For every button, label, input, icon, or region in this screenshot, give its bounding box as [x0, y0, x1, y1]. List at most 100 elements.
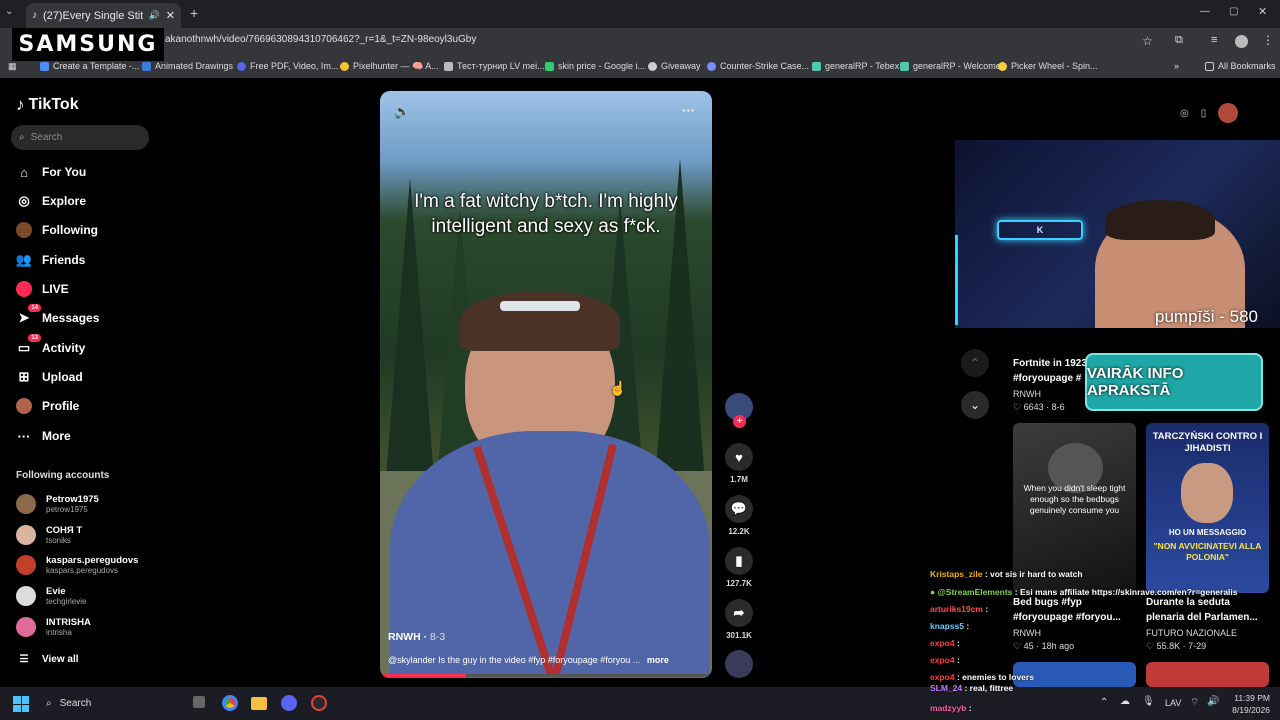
- samsung-logo-overlay: SAMSUNG: [12, 28, 164, 61]
- following-account[interactable]: INTRISHA intrisha: [16, 617, 91, 637]
- video-more-icon[interactable]: ···: [682, 103, 695, 118]
- chrome-taskbar-icon[interactable]: [222, 695, 238, 711]
- browser-tab[interactable]: ♪ (27)Every Single Stitch — St 🔊 ✕: [26, 3, 181, 28]
- tray-expand-icon[interactable]: ⌃: [1100, 697, 1108, 708]
- following-account[interactable]: Petrow1975 petrow1975: [16, 494, 99, 514]
- browser-menu-icon[interactable]: ⋮: [1262, 33, 1274, 47]
- video-card-thumbnail[interactable]: [1146, 662, 1269, 687]
- account-name: INTRISHA: [46, 617, 91, 628]
- bookmark-item[interactable]: Create a Template -...: [40, 61, 139, 71]
- nav-upload[interactable]: ⊞ Upload: [16, 369, 83, 385]
- more-bookmarks-icon[interactable]: »: [1174, 61, 1179, 71]
- creator-avatar[interactable]: +: [725, 393, 753, 428]
- bookmark-item[interactable]: Picker Wheel - Spin...: [998, 61, 1098, 71]
- card-title-2[interactable]: #foryoupage #foryou...: [1013, 610, 1121, 625]
- volume-tray-icon[interactable]: 🔊: [1207, 696, 1219, 707]
- card-date: 8-6: [1051, 402, 1065, 412]
- share-button[interactable]: ➦ 301.1K: [725, 599, 753, 640]
- nav-for-you[interactable]: ⌂ For You: [16, 164, 86, 180]
- microphone-icon[interactable]: 🎙: [1142, 696, 1155, 707]
- card-title[interactable]: Bed bugs #fyp: [1013, 595, 1082, 610]
- sound-disc[interactable]: [725, 650, 753, 682]
- card-title-2[interactable]: plenaria del Parlamen...: [1146, 610, 1258, 625]
- following-account[interactable]: Evie techgirlevie: [16, 586, 86, 606]
- bookmark-item[interactable]: skin price - Google i...: [545, 61, 645, 71]
- card-date: 18h ago: [1041, 641, 1075, 651]
- language-indicator[interactable]: LAV: [1165, 698, 1181, 708]
- wifi-icon[interactable]: ⌔: [1190, 696, 1199, 709]
- more-link[interactable]: more: [647, 655, 669, 665]
- nav-friends[interactable]: 👥 Friends: [16, 252, 85, 268]
- nav-messages[interactable]: ➤ 14 Messages: [16, 304, 99, 326]
- account-handle: tsoniks: [46, 536, 71, 545]
- previous-video-button[interactable]: ⌃: [961, 349, 989, 377]
- user-avatar[interactable]: [1218, 103, 1239, 123]
- share-count: 301.1K: [726, 631, 752, 640]
- video-player[interactable]: 🔈 ··· I'm a fat witchy b*tch. I'm highly…: [380, 91, 712, 678]
- following-account[interactable]: kaspars.peregudovs kaspars.peregudovs: [16, 555, 138, 575]
- task-view-icon[interactable]: [193, 696, 205, 708]
- extensions-icon[interactable]: ⧉: [1175, 34, 1183, 47]
- tab-audio-icon[interactable]: 🔊: [149, 10, 160, 21]
- nav-explore[interactable]: ◎ Explore: [16, 193, 86, 209]
- maximize-button[interactable]: ▢: [1229, 6, 1238, 17]
- bookmark-item[interactable]: generalRP - Welcome: [900, 61, 1001, 71]
- windows-start-icon[interactable]: [13, 696, 29, 712]
- card-title[interactable]: Fortnite in 1923: [1013, 356, 1087, 371]
- nav-more[interactable]: ··· More: [16, 428, 71, 444]
- bookmark-item[interactable]: Counter-Strike Case...: [707, 61, 809, 71]
- volume-icon[interactable]: 🔈: [394, 104, 410, 120]
- tab-close-icon[interactable]: ✕: [166, 9, 175, 22]
- video-author[interactable]: RNWH · 8-3: [388, 631, 445, 643]
- bookmark-item[interactable]: Pixelhunter — 🧠 A...: [340, 61, 439, 72]
- search-box[interactable]: ⌕ Search: [11, 125, 149, 150]
- comment-button[interactable]: 💬 12.2K: [725, 495, 753, 536]
- discord-icon[interactable]: [281, 695, 297, 711]
- nav-following[interactable]: Following: [16, 222, 98, 238]
- card-title-2[interactable]: #foryoupage #: [1013, 371, 1081, 386]
- all-bookmarks[interactable]: All Bookmarks: [1205, 61, 1276, 71]
- profile-avatar-icon[interactable]: [1235, 35, 1248, 48]
- bookmark-star-icon[interactable]: ☆: [1142, 34, 1153, 48]
- file-explorer-icon[interactable]: [251, 697, 267, 710]
- chat-text: : vot sis ir hard to watch: [982, 569, 1083, 579]
- new-tab-button[interactable]: +: [190, 5, 198, 21]
- apps-icon[interactable]: ▦: [8, 61, 17, 72]
- tiktok-logo[interactable]: ♪ TikTok: [16, 95, 79, 115]
- nav-label: LIVE: [42, 282, 69, 296]
- person-hair: [460, 291, 620, 351]
- card-author[interactable]: FUTURO NAZIONALE: [1146, 628, 1237, 638]
- nav-live[interactable]: LIVE: [16, 281, 69, 297]
- bookmark-item[interactable]: Free PDF, Video, Im...: [237, 61, 338, 71]
- coin-icon[interactable]: ◎: [1180, 108, 1189, 119]
- card-author[interactable]: RNWH: [1013, 389, 1041, 399]
- video-progress-bar[interactable]: [380, 674, 712, 677]
- taskbar-search[interactable]: ⌕ Search: [38, 692, 178, 715]
- device-icon[interactable]: ▯: [1201, 108, 1207, 119]
- like-button[interactable]: ♥ 1.7M: [725, 443, 753, 484]
- minimize-button[interactable]: —: [1200, 6, 1210, 17]
- card-author[interactable]: RNWH: [1013, 628, 1041, 638]
- app-icon[interactable]: [311, 695, 327, 711]
- clock[interactable]: 11:39 PM 8/19/2026: [1226, 692, 1270, 716]
- view-all-link[interactable]: ☰ View all: [16, 651, 79, 667]
- media-control-icon[interactable]: ≡: [1211, 34, 1217, 46]
- nav-activity[interactable]: ▭ 13 Activity: [16, 334, 85, 356]
- nav-profile[interactable]: Profile: [16, 398, 79, 414]
- video-card-thumbnail[interactable]: When you didn't sleep tight enough so th…: [1013, 423, 1136, 593]
- bookmark-item[interactable]: generalRP - Tebex: [812, 61, 899, 71]
- bookmark-item[interactable]: Тест-турнир LV mei...: [444, 61, 545, 71]
- next-video-button[interactable]: ⌄: [961, 391, 989, 419]
- card-title[interactable]: Durante la seduta: [1146, 595, 1230, 610]
- video-card-thumbnail[interactable]: TARCZYŃSKI CONTRO I JIHADISTI HO UN MESS…: [1146, 423, 1269, 593]
- network-icon[interactable]: ☁: [1120, 696, 1130, 707]
- bookmark-item[interactable]: Giveaway: [648, 61, 701, 71]
- close-window-button[interactable]: ✕: [1258, 5, 1267, 18]
- bookmark-item[interactable]: Animated Drawings: [142, 61, 233, 71]
- tab-list-button[interactable]: ⌄: [5, 6, 13, 17]
- follow-plus-icon[interactable]: +: [733, 415, 746, 428]
- url-field[interactable]: akanothnwh/video/7669630894310706462?_r=…: [165, 34, 476, 45]
- save-button[interactable]: ▮ 127.7K: [725, 547, 753, 588]
- account-handle: techgirlevie: [46, 597, 87, 606]
- following-account[interactable]: СОНЯ Тtsoniks: [16, 525, 82, 545]
